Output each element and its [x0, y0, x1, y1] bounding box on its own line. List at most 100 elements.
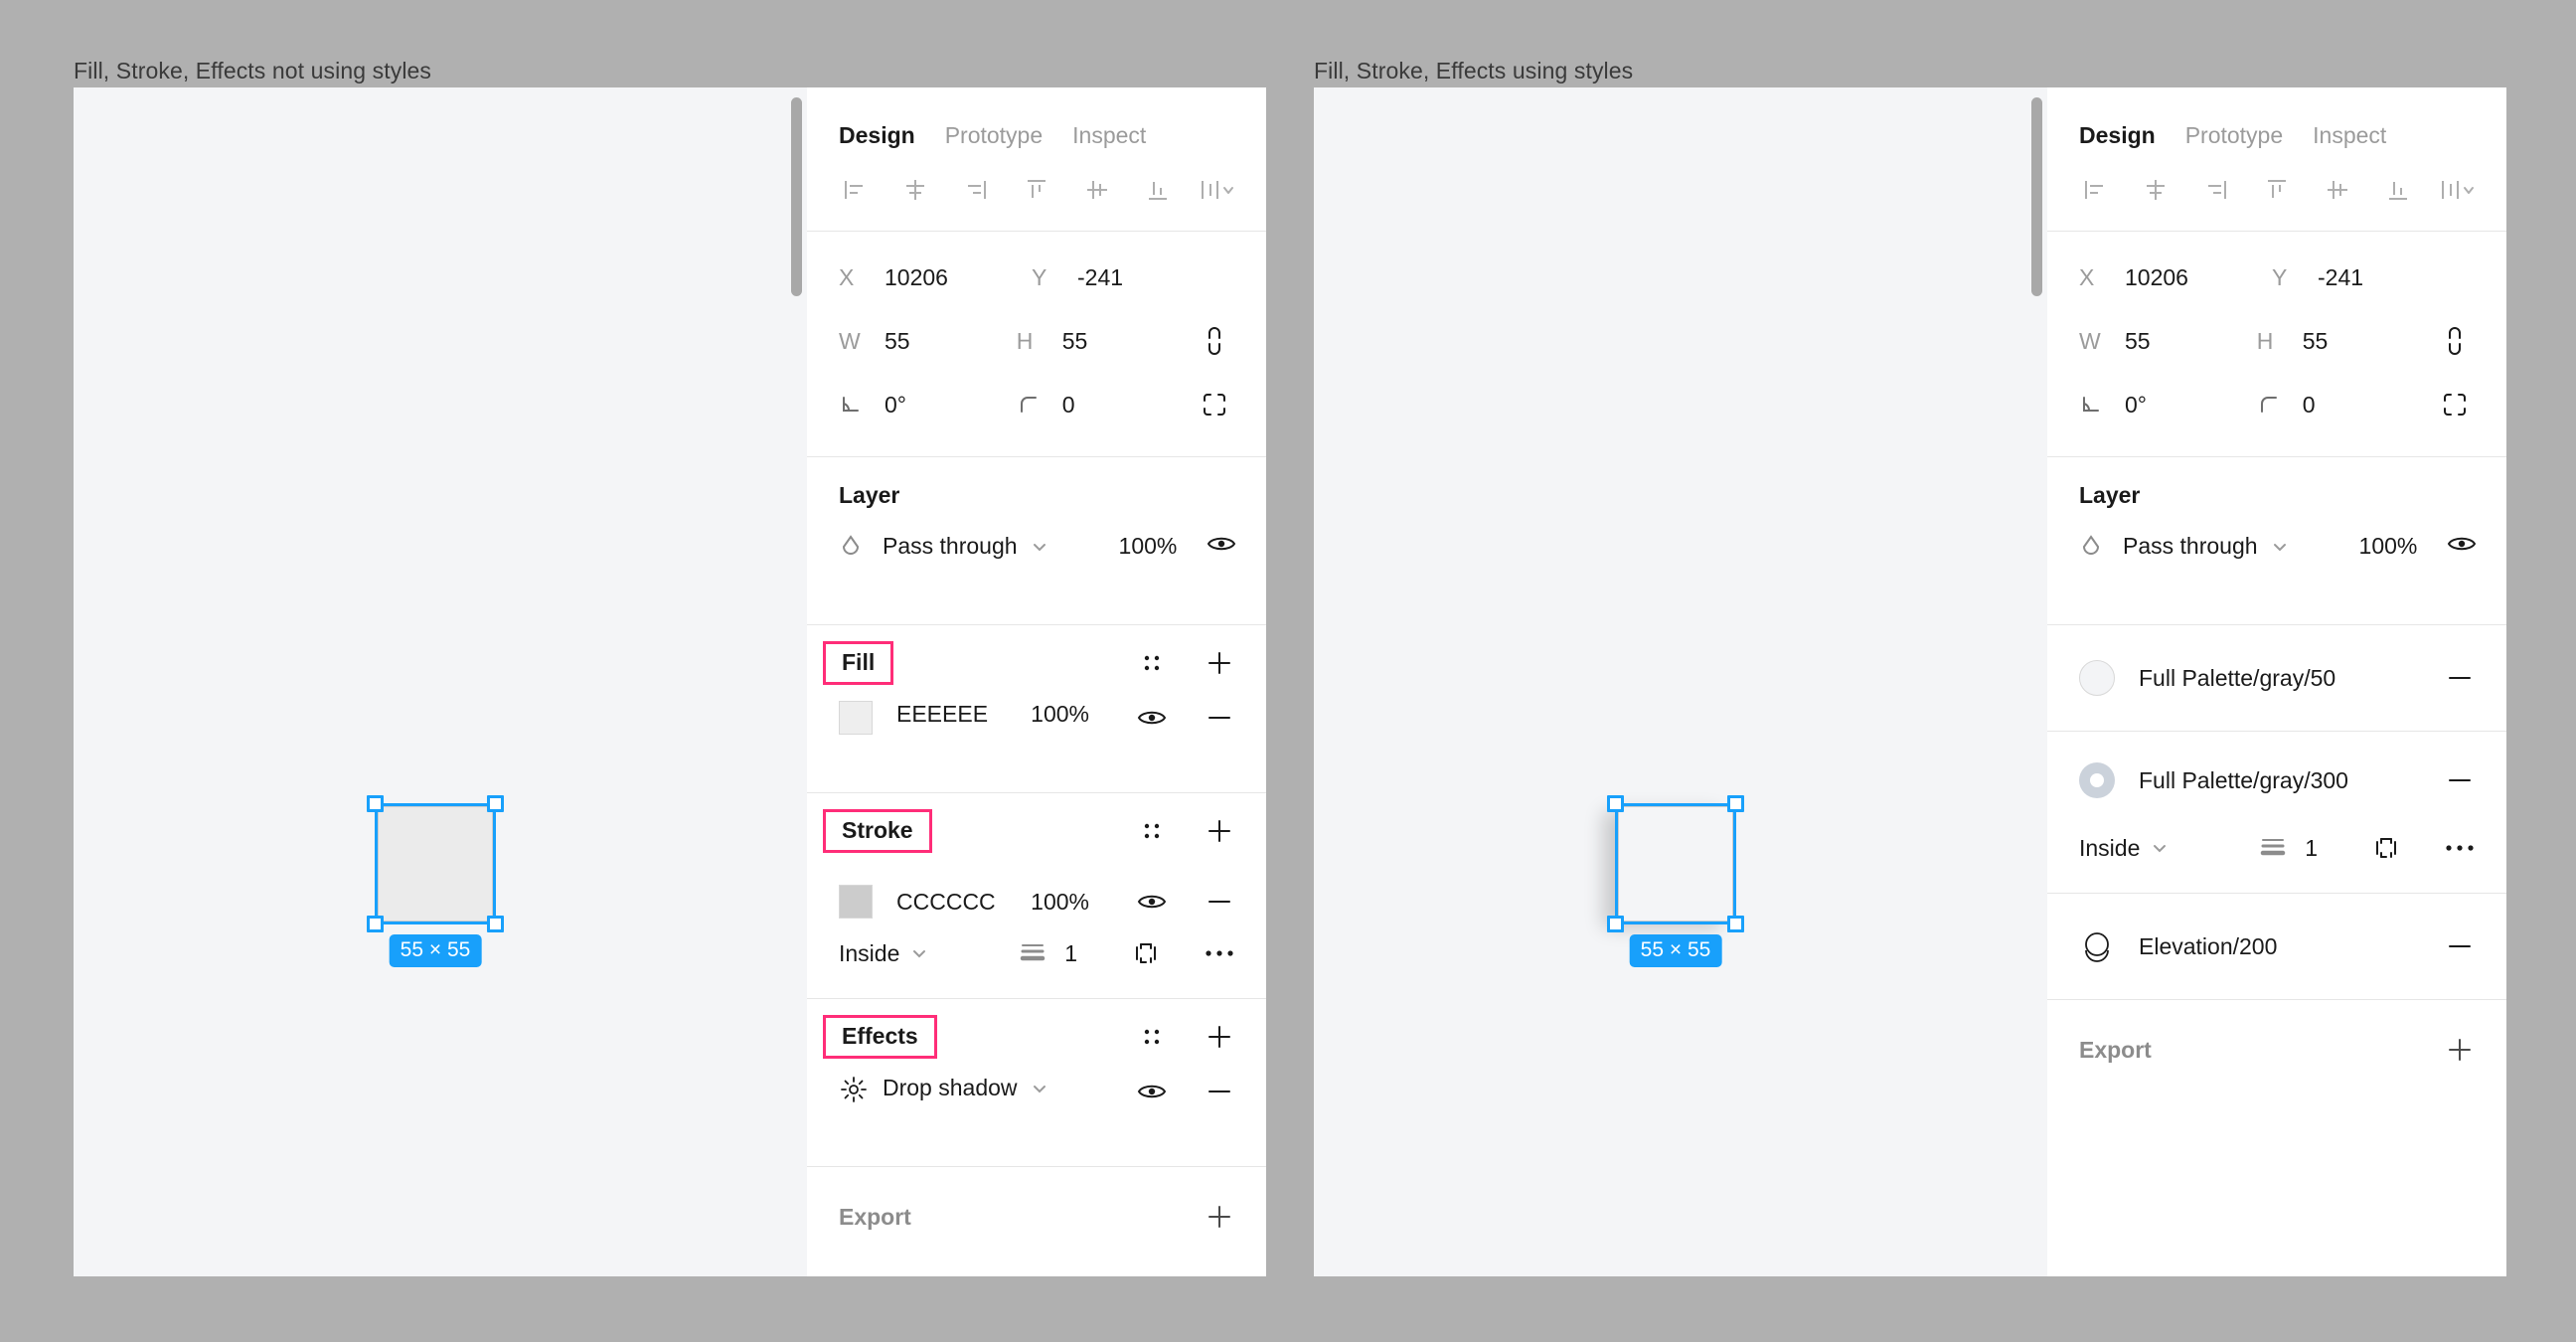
y-value[interactable]: -241 [2318, 264, 2363, 291]
add-export-button[interactable] [1203, 1200, 1236, 1234]
h-value[interactable]: 55 [2303, 328, 2329, 355]
corner-radius-field[interactable]: 0 [2257, 392, 2435, 419]
tab-prototype[interactable]: Prototype [945, 122, 1043, 149]
selected-shape-using-styles[interactable]: 55 × 55 [1607, 795, 1744, 967]
align-left-icon[interactable] [833, 171, 876, 209]
layer-visibility-icon[interactable] [1207, 533, 1236, 560]
corner-radius-value[interactable]: 0 [2303, 392, 2316, 419]
align-horizontal-center-icon[interactable] [893, 171, 936, 209]
remove-effect-style-button[interactable] [2443, 929, 2477, 963]
rotation-field[interactable]: 0° [2079, 392, 2257, 419]
constrain-proportions-icon[interactable] [1194, 325, 1234, 357]
styles-grid-icon[interactable] [1135, 814, 1169, 848]
panel-scroll-thumb[interactable] [791, 97, 802, 296]
resize-handle-top-left[interactable] [367, 795, 384, 812]
align-horizontal-center-icon[interactable] [2134, 171, 2176, 209]
add-fill-button[interactable] [1203, 646, 1236, 680]
align-left-icon[interactable] [2073, 171, 2116, 209]
blend-mode-select[interactable]: Pass through [2123, 533, 2290, 560]
w-value[interactable]: 55 [885, 328, 910, 355]
w-value[interactable]: 55 [2125, 328, 2151, 355]
constrain-proportions-icon[interactable] [2434, 325, 2475, 357]
width-field[interactable]: W 55 [839, 328, 1017, 355]
y-value[interactable]: -241 [1077, 264, 1123, 291]
align-bottom-icon[interactable] [1137, 171, 1180, 209]
tab-inspect[interactable]: Inspect [1072, 122, 1146, 149]
stroke-weight-field[interactable]: 1 [1019, 939, 1077, 968]
remove-effect-button[interactable] [1203, 1075, 1236, 1108]
stroke-weight-value[interactable]: 1 [1064, 940, 1077, 967]
resize-handle-top-left[interactable] [1607, 795, 1624, 812]
tab-prototype[interactable]: Prototype [2185, 122, 2283, 149]
remove-fill-style-button[interactable] [2443, 661, 2477, 695]
selected-shape-no-styles[interactable]: 55 × 55 [367, 795, 504, 967]
panel-scroll-rail[interactable] [2025, 87, 2047, 1276]
x-value[interactable]: 10206 [2125, 264, 2188, 291]
more-horizontal-icon[interactable] [2443, 831, 2477, 865]
stroke-opacity-value[interactable]: 100% [1031, 889, 1089, 916]
align-top-icon[interactable] [2255, 171, 2298, 209]
fill-style-name[interactable]: Full Palette/gray/50 [2139, 665, 2335, 692]
rotation-field[interactable]: 0° [839, 392, 1017, 419]
layer-visibility-icon[interactable] [2447, 533, 2477, 560]
stroke-style-name[interactable]: Full Palette/gray/300 [2139, 767, 2348, 794]
align-top-icon[interactable] [1015, 171, 1057, 209]
rotation-value[interactable]: 0° [885, 392, 906, 419]
stroke-style-row[interactable]: Full Palette/gray/300 [2047, 732, 2506, 829]
remove-stroke-button[interactable] [1203, 885, 1236, 919]
panel-scroll-thumb[interactable] [2031, 97, 2042, 296]
add-effect-button[interactable] [1203, 1020, 1236, 1054]
distribute-icon[interactable] [1198, 171, 1240, 209]
align-bottom-icon[interactable] [2377, 171, 2420, 209]
stroke-color-swatch[interactable] [839, 885, 873, 919]
remove-stroke-style-button[interactable] [2443, 763, 2477, 797]
effect-visibility-icon[interactable] [1135, 1075, 1169, 1108]
align-vertical-center-icon[interactable] [2317, 171, 2359, 209]
stroke-sides-icon[interactable] [2369, 831, 2403, 865]
effect-type-select[interactable]: Drop shadow [883, 1075, 1049, 1101]
y-field[interactable]: Y -241 [2272, 264, 2465, 291]
resize-handle-bottom-right[interactable] [487, 916, 504, 932]
x-field[interactable]: X 10206 [839, 264, 1032, 291]
tab-design[interactable]: Design [839, 122, 915, 149]
styles-grid-icon[interactable] [1135, 1020, 1169, 1054]
more-horizontal-icon[interactable] [1203, 936, 1236, 970]
stroke-sides-icon[interactable] [1129, 936, 1163, 970]
x-field[interactable]: X 10206 [2079, 264, 2272, 291]
align-vertical-center-icon[interactable] [1076, 171, 1119, 209]
layer-opacity-value[interactable]: 100% [1119, 533, 1178, 560]
distribute-icon[interactable] [2438, 171, 2481, 209]
panel-scroll-rail[interactable] [785, 87, 807, 1276]
add-stroke-button[interactable] [1203, 814, 1236, 848]
height-field[interactable]: H 55 [2257, 328, 2435, 355]
stroke-weight-value[interactable]: 1 [2305, 835, 2318, 862]
stroke-color-hex[interactable]: CCCCCC [896, 889, 996, 916]
corner-radius-field[interactable]: 0 [1017, 392, 1195, 419]
resize-handle-bottom-left[interactable] [1607, 916, 1624, 932]
resize-handle-bottom-left[interactable] [367, 916, 384, 932]
stroke-visibility-icon[interactable] [1135, 885, 1169, 919]
effect-style-name[interactable]: Elevation/200 [2139, 933, 2277, 960]
fill-color-hex[interactable]: EEEEEE [896, 701, 988, 728]
resize-handle-bottom-right[interactable] [1727, 916, 1744, 932]
h-value[interactable]: 55 [1062, 328, 1088, 355]
stroke-align-select[interactable]: Inside [839, 940, 929, 967]
styles-grid-icon[interactable] [1135, 646, 1169, 680]
layer-opacity-value[interactable]: 100% [2359, 533, 2418, 560]
tab-design[interactable]: Design [2079, 122, 2156, 149]
align-right-icon[interactable] [2194, 171, 2237, 209]
resize-handle-top-right[interactable] [1727, 795, 1744, 812]
fill-visibility-icon[interactable] [1135, 701, 1169, 735]
add-export-button[interactable] [2443, 1033, 2477, 1067]
blend-mode-select[interactable]: Pass through [883, 533, 1049, 560]
canvas-preview-no-styles[interactable]: 55 × 55 [74, 87, 785, 1276]
align-right-icon[interactable] [954, 171, 997, 209]
corner-radius-value[interactable]: 0 [1062, 392, 1075, 419]
effect-style-row[interactable]: Elevation/200 [2047, 894, 2506, 999]
fill-style-row[interactable]: Full Palette/gray/50 [2047, 625, 2506, 731]
tab-inspect[interactable]: Inspect [2313, 122, 2386, 149]
fill-opacity-value[interactable]: 100% [1031, 701, 1089, 728]
fill-color-swatch[interactable] [839, 701, 873, 735]
independent-corners-icon[interactable] [1194, 391, 1234, 419]
width-field[interactable]: W 55 [2079, 328, 2257, 355]
